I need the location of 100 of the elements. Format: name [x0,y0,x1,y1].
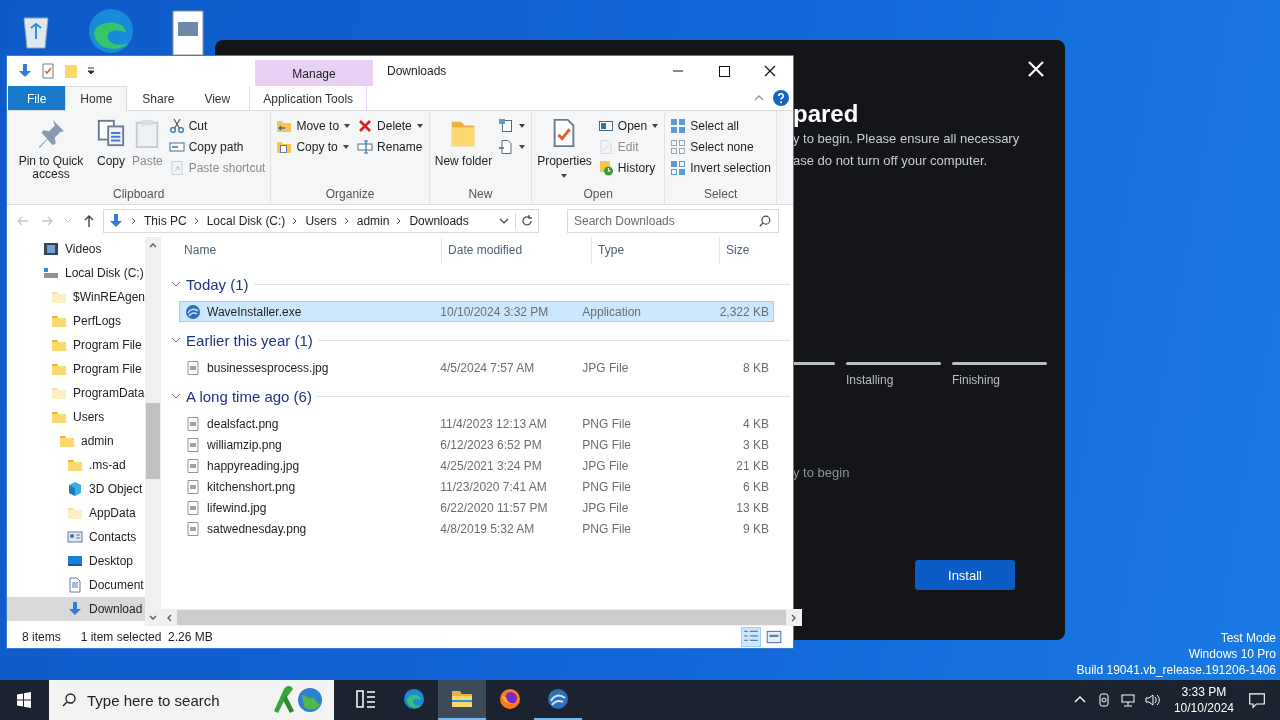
ribbon-button[interactable]: Move to [273,116,355,136]
navigation-item[interactable]: Contacts [7,525,146,549]
breadcrumb[interactable]: Downloads [409,214,469,228]
navigation-item[interactable]: PerfLogs [7,309,146,333]
file-row[interactable]: happyreading.jpg 4/25/2021 3:24 PM JPG File 21 KB [179,455,775,476]
windows-start-icon[interactable] [16,692,32,708]
breadcrumb[interactable]: Users [305,214,337,228]
ribbon-button[interactable]: History [594,158,663,178]
taskbar-app-button[interactable] [438,680,486,720]
ribbon-button[interactable]: Pin to Quick access [9,114,93,184]
image-file-icon [185,499,202,516]
chevron-icon[interactable] [171,335,182,345]
navigation-item[interactable]: Videos [7,237,146,261]
search-icon [758,214,772,228]
address-bar[interactable]: This PC Local Disk (C:) Users admin Downloads [103,209,539,233]
close-icon[interactable] [1026,59,1046,79]
ribbon-tab[interactable]: View [189,86,246,110]
ribbon-button[interactable]: Copy to [273,137,355,157]
ribbon-button[interactable]: Properties [534,114,595,184]
ribbon-button[interactable]: Open [594,116,663,136]
ribbon-button[interactable]: Copy [93,114,129,184]
search-field[interactable]: Search Downloads [567,209,779,233]
volume-icon[interactable] [1143,692,1160,708]
column-header[interactable]: Size [720,237,803,263]
scrollbar[interactable] [145,237,162,626]
clock-date[interactable]: 10/10/2024 [1173,700,1234,716]
ribbon-button[interactable]: Select none [667,137,774,157]
edge-icon[interactable] [86,6,136,56]
group-header[interactable]: A long time ago (6) [186,387,312,405]
group-header[interactable]: Today (1) [186,275,249,293]
date-cell-text: 6/12/2023 6:52 PM [439,437,543,452]
navigation-item[interactable]: Program File [7,357,146,381]
navigation-item[interactable]: ProgramData [7,381,146,405]
breadcrumb[interactable]: Local Disk (C:) [206,214,286,228]
download-icon[interactable] [17,63,33,79]
file-row[interactable]: satwednesday.png 4/8/2019 5:32 AM PNG File 9 KB [179,518,775,539]
taskbar-search-field[interactable]: Type here to search [49,680,334,720]
file-row[interactable]: kitchenshort.png 11/23/2020 7:41 AM PNG File 6 KB [179,476,775,497]
column-header[interactable]: Date modified [442,237,593,263]
rename-icon [357,139,374,155]
install-button[interactable]: Install [915,560,1015,590]
file-row[interactable]: lifewind.jpg 6/22/2020 11:57 PM JPG File 13 KB [179,497,775,518]
ribbon-button[interactable]: Invert selection [667,158,774,178]
help-icon[interactable] [773,90,789,106]
size-cell-text: 21 KB [735,458,771,473]
navigation-item[interactable]: admin [7,429,146,453]
large-icons-view-icon[interactable] [765,628,783,646]
navigation-item[interactable]: $WinREAgen [7,285,146,309]
file-row[interactable]: williamzip.png 6/12/2023 6:52 PM PNG File 3 KB [179,434,775,455]
scroll-thumb[interactable] [177,610,787,625]
chevron-icon[interactable] [171,391,182,401]
navigation-item[interactable]: Download [7,597,146,621]
navigation-item[interactable]: Local Disk (C:) [7,261,146,285]
file-row[interactable]: businessesprocess.jpg 4/5/2024 7:57 AM JPG File 8 KB [179,357,775,378]
scroll-thumb[interactable] [146,403,161,479]
breadcrumb[interactable]: admin [356,214,390,228]
details-view-icon[interactable] [741,627,761,647]
navigation-item[interactable]: AppData [7,501,146,525]
column-header[interactable]: Type [592,237,721,263]
ribbon-button[interactable]: Copy path [165,137,269,157]
ribbon-button[interactable]: Rename [354,137,427,157]
breadcrumb[interactable]: This PC [144,214,187,228]
navigation-item[interactable]: Program File [7,333,146,357]
type-cell-text: JPG File [581,458,630,473]
network-icon[interactable] [1119,692,1136,708]
ribbon-tab[interactable]: Share [127,86,190,110]
ribbon-tab[interactable]: File [8,86,66,110]
dropdown-icon[interactable] [86,66,96,76]
new-item-icon [498,118,515,134]
file-row[interactable]: dealsfact.png 11/4/2023 12:13 AM PNG File 4 KB [179,413,775,434]
group-header[interactable]: Earlier this year (1) [186,331,313,349]
chevron-icon[interactable] [171,279,182,289]
file-name: happyreading.jpg [207,458,300,473]
navigation-item[interactable]: Users [7,405,146,429]
wave-app-icon [185,303,202,320]
column-header[interactable]: Name [179,237,443,263]
download-icon [108,213,124,229]
size-cell-text: 6 KB [742,479,771,494]
ribbon-button[interactable]: New folder [431,114,496,184]
pin-icon [36,118,66,148]
ribbon-tab[interactable]: Application Tools [249,86,368,110]
size-cell-text: 8 KB [742,360,771,375]
navigation-item[interactable]: Document [7,573,146,597]
history-icon [597,160,614,176]
ribbon-button[interactable]: Select all [667,116,774,136]
notification-icon[interactable] [1248,691,1266,709]
image-file-icon[interactable] [171,10,205,56]
ribbon-button[interactable]: Cut [165,116,269,136]
clock-time[interactable]: 3:33 PM [1181,684,1227,700]
navigation-item[interactable]: .ms-ad [7,453,146,477]
checklist-icon[interactable] [40,63,56,79]
navigation-item[interactable]: Desktop [7,549,146,573]
ribbon-group-label: Organize [324,186,376,203]
ribbon-group-label: Clipboard [112,186,166,203]
navigation-item[interactable]: 3D Object [7,477,146,501]
scrollbar[interactable] [161,609,803,626]
ribbon-tab[interactable]: Home [65,86,128,111]
ribbon-button[interactable]: Delete [354,116,427,136]
file-row[interactable]: WaveInstaller.exe 10/10/2024 3:32 PM Application 2,322 KB [179,301,775,322]
caret-icon[interactable] [499,216,509,226]
